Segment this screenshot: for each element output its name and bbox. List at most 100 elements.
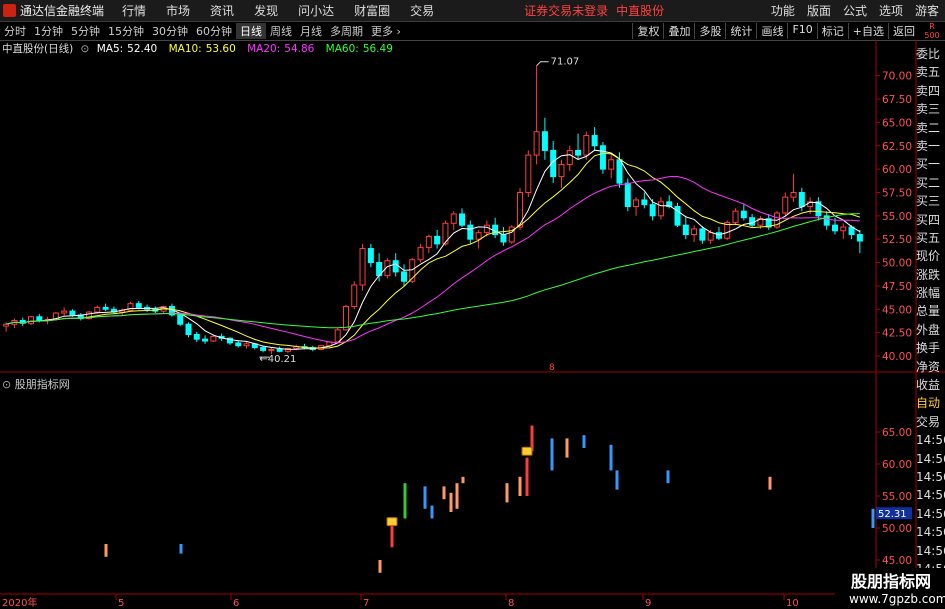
quote-label: 14:56 bbox=[916, 451, 945, 466]
candle-body bbox=[28, 316, 35, 324]
candle-body bbox=[425, 235, 432, 249]
indicator-bar bbox=[666, 470, 670, 484]
quote-label: 14:56 bbox=[916, 469, 945, 484]
quote-label[interactable]: 交易 bbox=[916, 413, 945, 431]
candle-body bbox=[61, 310, 68, 314]
candle-body bbox=[500, 234, 507, 243]
quote-label: 14:56 bbox=[916, 543, 945, 558]
quote-label: 收益 bbox=[916, 378, 941, 393]
candle-body bbox=[798, 191, 805, 207]
indicator-toggle-icon[interactable]: ⊙ bbox=[2, 378, 15, 391]
candle-body bbox=[243, 343, 250, 347]
candle-body bbox=[367, 248, 374, 264]
indicator-bar bbox=[461, 476, 465, 484]
quote-label: 卖二 bbox=[916, 120, 941, 135]
ma5-line bbox=[5, 149, 861, 350]
indicator-bar bbox=[423, 486, 427, 509]
candle-body bbox=[566, 149, 573, 165]
high-price-label: 71.07 bbox=[551, 57, 580, 68]
candle-body bbox=[202, 338, 209, 342]
candle-body bbox=[575, 149, 582, 156]
candle-body bbox=[102, 306, 109, 310]
candle-body bbox=[69, 310, 76, 316]
ind-tick-label: 45.00 bbox=[882, 555, 912, 567]
candle-body bbox=[831, 224, 838, 232]
candle-body bbox=[583, 134, 590, 156]
ind-tick-label: 60.00 bbox=[882, 459, 912, 471]
candle-body bbox=[483, 224, 490, 234]
indicator-bar bbox=[565, 438, 569, 458]
price-tick-label: 67.50 bbox=[882, 94, 912, 106]
candle-body bbox=[276, 348, 283, 352]
ind-tick-label: 55.00 bbox=[882, 491, 912, 503]
candle-body bbox=[608, 159, 615, 170]
candle-body bbox=[459, 213, 466, 226]
price-tick-label: 70.00 bbox=[882, 71, 912, 83]
price-tick-label: 52.50 bbox=[882, 234, 912, 246]
indicator-bar bbox=[449, 492, 453, 512]
indicator-bar bbox=[609, 444, 613, 471]
candle-body bbox=[649, 204, 656, 217]
candle-body bbox=[633, 199, 640, 207]
candle-body bbox=[657, 201, 664, 217]
quote-label: 14:56 bbox=[916, 506, 945, 521]
x-axis-label: 7 bbox=[363, 598, 369, 609]
quote-label: 买一 bbox=[916, 157, 941, 172]
price-tick-label: 42.50 bbox=[882, 328, 912, 340]
price-tick-label: 50.00 bbox=[882, 258, 912, 270]
indicator-bar bbox=[615, 470, 619, 490]
candle-body bbox=[36, 316, 43, 321]
coin-icon bbox=[386, 517, 398, 527]
chart-title: 中直股份(日线) bbox=[2, 43, 74, 55]
candle-body bbox=[782, 196, 789, 214]
candle-body bbox=[434, 235, 441, 245]
indicator-title: ⊙ 股朋指标网 bbox=[2, 378, 70, 391]
quote-label: 净资 bbox=[916, 359, 941, 374]
indicator-bar bbox=[455, 483, 459, 509]
indicator-bar bbox=[378, 560, 382, 573]
indicator-bar bbox=[403, 483, 407, 519]
candle-body bbox=[682, 224, 689, 236]
quote-label: 外盘 bbox=[916, 322, 941, 337]
candle-body bbox=[624, 182, 631, 207]
x-axis-label: 5 bbox=[118, 598, 124, 609]
candle-body bbox=[450, 213, 457, 224]
candle-body bbox=[135, 303, 142, 308]
quote-label: 卖五 bbox=[916, 65, 941, 80]
candle-body bbox=[417, 247, 424, 261]
quote-label: 现价 bbox=[916, 249, 941, 264]
quote-label: 总量 bbox=[916, 304, 941, 319]
candle-body bbox=[533, 131, 540, 156]
candle-body bbox=[715, 232, 722, 239]
candle-body bbox=[541, 131, 548, 151]
quote-label: 买五 bbox=[916, 230, 941, 245]
quote-label[interactable]: 自动 bbox=[916, 394, 945, 412]
candle-body bbox=[558, 163, 565, 178]
candle-body bbox=[334, 329, 341, 343]
candle-body bbox=[525, 154, 532, 193]
low-price-label: ←40.21 bbox=[259, 354, 296, 365]
kline-chart[interactable]: 70.00 67.50 65.00 62.50 60.00 57.50 55.00 52.50… bbox=[0, 0, 945, 609]
chevron-down-icon[interactable]: ⊙ bbox=[81, 43, 90, 55]
watermark: 股朋指标网 www.7gpzb.com bbox=[835, 568, 945, 609]
indicator-bar bbox=[104, 544, 108, 557]
price-tick-label: 40.00 bbox=[882, 351, 912, 363]
ma60-label: MA60: 56.49 bbox=[325, 43, 393, 55]
indicator-bar bbox=[768, 476, 772, 490]
candle-body bbox=[591, 134, 598, 147]
price-tick-label: 55.00 bbox=[882, 211, 912, 223]
candle-body bbox=[732, 210, 739, 223]
x-axis-label: 6 bbox=[233, 598, 239, 609]
indicator-bar bbox=[518, 476, 522, 496]
ind-tick-label: 50.00 bbox=[882, 523, 912, 535]
quote-label: 卖一 bbox=[916, 138, 941, 153]
quote-label: 买三 bbox=[916, 194, 941, 209]
indicator-bar bbox=[179, 544, 183, 554]
quote-label: 换手 bbox=[916, 341, 941, 356]
x-axis-label: 9 bbox=[645, 598, 651, 609]
price-tick-label: 47.50 bbox=[882, 281, 912, 293]
indicator-bar bbox=[582, 435, 586, 448]
x-axis-label: 10 bbox=[786, 598, 799, 609]
x-axis-label: 2020年 bbox=[2, 596, 37, 609]
quote-label: 14:56 bbox=[916, 433, 945, 448]
